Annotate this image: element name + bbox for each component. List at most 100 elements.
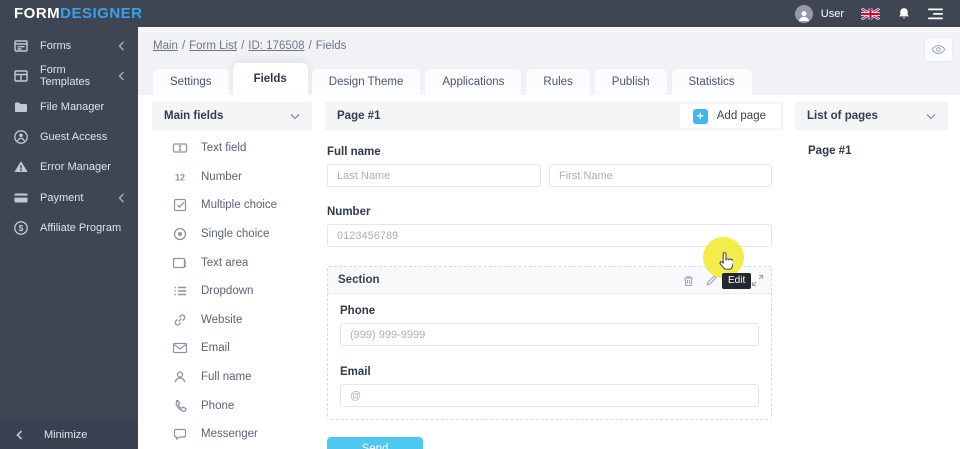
- logo-part2: DESIGNER: [60, 5, 143, 22]
- breadcrumb-separator: /: [181, 40, 186, 52]
- page-list-item[interactable]: Page #1: [808, 145, 935, 157]
- email-field-label: Email: [340, 366, 371, 378]
- email-input[interactable]: [340, 384, 759, 407]
- section-block[interactable]: Section Phone (999) 999-9999 Email @: [327, 266, 772, 420]
- single-choice-icon: [172, 226, 188, 242]
- sidebar-item-label: Guest Access: [40, 131, 108, 144]
- hamburger-menu-icon[interactable]: [928, 8, 944, 20]
- sidebar-item-error-manager[interactable]: Error Manager: [0, 152, 138, 182]
- sidebar-item-affiliate-program[interactable]: $ Affiliate Program: [0, 213, 138, 243]
- edit-section-button[interactable]: [703, 272, 720, 289]
- field-type-label: Messenger: [201, 428, 258, 441]
- top-header: FORM DESIGNER User: [0, 0, 960, 27]
- field-type-text-field[interactable]: Text field: [152, 134, 312, 163]
- tab-statistics[interactable]: Statistics: [670, 68, 753, 95]
- main-fields-panel: Main fields Text field 12 Number Multipl…: [152, 102, 312, 449]
- sidebar-item-form-templates[interactable]: Form Templates: [0, 61, 138, 91]
- tab-settings[interactable]: Settings: [152, 68, 230, 95]
- tab-applications[interactable]: Applications: [424, 68, 523, 95]
- field-type-label: Full name: [201, 371, 252, 384]
- page-panel: Page #1 + Add page Full name Number Sect…: [325, 102, 783, 449]
- chevron-left-icon: [118, 41, 125, 51]
- breadcrumb: Main / Form List / ID: 176508/Fields: [153, 40, 346, 52]
- field-type-text-area[interactable]: Text area: [152, 248, 312, 277]
- phone-input[interactable]: [340, 323, 759, 346]
- notifications-bell-icon[interactable]: [897, 6, 911, 21]
- file-manager-icon: [13, 99, 29, 115]
- avatar[interactable]: [794, 4, 813, 23]
- tab-fields[interactable]: Fields: [232, 63, 308, 95]
- minimize-label: Minimize: [44, 429, 88, 441]
- sidebar-item-label: Error Manager: [40, 161, 111, 174]
- preview-eye-button[interactable]: [924, 37, 953, 62]
- main-fields-title: Main fields: [164, 110, 224, 122]
- logo-part1: FORM: [14, 5, 61, 22]
- user-icon: [798, 10, 809, 21]
- form-canvas: Full name Number Section: [325, 146, 783, 449]
- payment-icon: [13, 190, 29, 206]
- sidebar-item-payment[interactable]: Payment: [0, 182, 138, 212]
- field-type-label: Phone: [201, 399, 235, 412]
- affiliate-program-icon: $: [13, 220, 29, 236]
- expand-section-button[interactable]: [749, 272, 766, 289]
- sidebar-minimize-button[interactable]: Minimize: [0, 421, 138, 449]
- error-manager-icon: [13, 159, 29, 175]
- page-header: Page #1 + Add page: [325, 102, 783, 130]
- multiple-choice-icon: [172, 197, 188, 213]
- app-logo[interactable]: FORM DESIGNER: [14, 5, 143, 22]
- tab-design-theme[interactable]: Design Theme: [310, 68, 422, 95]
- list-of-pages-title: List of pages: [807, 110, 878, 122]
- delete-section-button[interactable]: [680, 272, 697, 289]
- field-type-messenger[interactable]: Messenger: [152, 420, 312, 449]
- phone-field-label: Phone: [340, 305, 376, 317]
- user-menu-label[interactable]: User: [821, 8, 844, 20]
- first-name-input[interactable]: [549, 164, 772, 187]
- field-type-website[interactable]: Website: [152, 306, 312, 335]
- svg-text:12: 12: [175, 172, 185, 182]
- tab-publish[interactable]: Publish: [593, 68, 668, 95]
- field-type-label: Single choice: [201, 228, 270, 241]
- chevron-left-icon: [16, 430, 23, 440]
- number-field-label: Number: [327, 206, 371, 218]
- field-type-full-name[interactable]: Full name: [152, 363, 312, 392]
- field-type-email[interactable]: Email: [152, 334, 312, 363]
- svg-text:$: $: [19, 223, 24, 233]
- full-name-field-label: Full name: [327, 146, 381, 158]
- tab-rules[interactable]: Rules: [525, 68, 591, 95]
- main-fields-header[interactable]: Main fields: [152, 102, 312, 130]
- field-type-dropdown[interactable]: Dropdown: [152, 277, 312, 306]
- field-type-number[interactable]: 12 Number: [152, 163, 312, 192]
- chevron-down-icon: [290, 113, 300, 120]
- add-page-button[interactable]: + Add page: [679, 104, 781, 128]
- section-body: Phone Email: [328, 305, 771, 419]
- send-button[interactable]: Send: [327, 437, 423, 449]
- sidebar-item-label: Forms: [40, 40, 72, 53]
- section-header: Section: [328, 267, 771, 294]
- formdesigner-app: FORM DESIGNER User Forms Form Templates …: [0, 0, 960, 449]
- number-input[interactable]: [327, 224, 772, 247]
- field-type-multiple-choice[interactable]: Multiple choice: [152, 191, 312, 220]
- sidebar-item-forms[interactable]: Forms: [0, 31, 138, 61]
- phone-icon: [172, 398, 188, 414]
- sidebar-item-file-manager[interactable]: File Manager: [0, 92, 138, 122]
- list-of-pages-panel: List of pages Page #1: [795, 102, 948, 157]
- breadcrumb-link-form-list[interactable]: Form List: [189, 40, 237, 52]
- trash-icon: [684, 275, 693, 286]
- add-page-label: Add page: [716, 110, 766, 122]
- eye-icon: [931, 45, 946, 54]
- field-type-label: Number: [201, 170, 242, 183]
- language-flag-icon[interactable]: [861, 7, 880, 20]
- field-type-single-choice[interactable]: Single choice: [152, 220, 312, 249]
- field-type-phone[interactable]: Phone: [152, 391, 312, 420]
- sidebar-item-guest-access[interactable]: Guest Access: [0, 122, 138, 152]
- chevron-down-icon: [926, 113, 936, 120]
- field-type-label: Email: [201, 342, 230, 355]
- field-type-label: Text field: [201, 142, 247, 155]
- full-name-icon: [172, 369, 188, 385]
- last-name-input[interactable]: [327, 164, 541, 187]
- tab-bar: Settings Fields Design Theme Application…: [152, 63, 756, 95]
- list-of-pages-header[interactable]: List of pages: [795, 102, 948, 130]
- breadcrumb-link-form-id[interactable]: ID: 176508: [248, 40, 304, 52]
- text-area-icon: [172, 255, 188, 271]
- breadcrumb-link-main[interactable]: Main: [153, 40, 178, 52]
